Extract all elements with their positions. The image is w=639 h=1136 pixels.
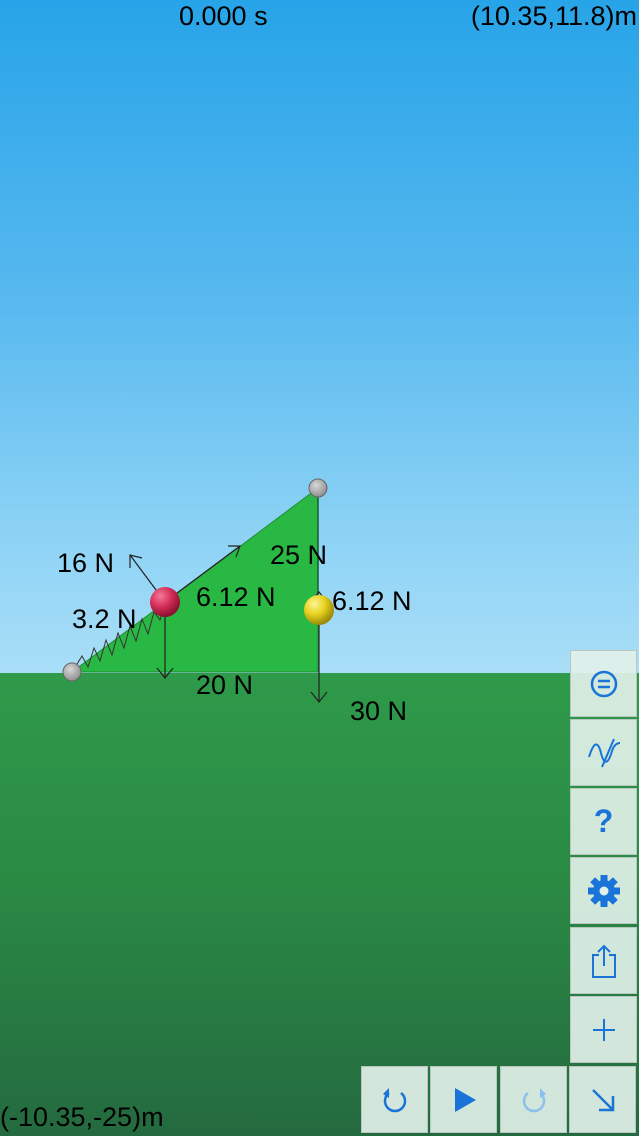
spring-anchor[interactable] [62,662,82,682]
settings-button[interactable] [570,857,637,924]
reset-icon [382,1087,406,1112]
red-ball[interactable] [150,587,180,617]
play-button[interactable] [430,1066,497,1133]
gravity-force-label-red: 20 N [196,670,254,700]
spring-force-label: 3.2 N [72,604,137,634]
share-button[interactable] [570,927,637,994]
play-icon [454,1087,476,1112]
add-object-button[interactable] [570,996,637,1063]
tension-force-label-red: 6.12 N [196,582,276,612]
graph-button[interactable] [570,719,637,786]
gravity-force-label-yellow: 30 N [350,696,408,726]
reset-button[interactable] [361,1066,428,1133]
tension-force-label-yellow: 6.12 N [332,586,412,616]
menu-icon [590,670,617,697]
arrow-tool-icon [591,1088,614,1111]
yellow-ball[interactable] [304,595,334,625]
normal-force-label: 16 N [57,548,115,578]
redo-icon [522,1087,546,1112]
share-icon [591,944,616,978]
help-button[interactable]: ? [570,788,637,855]
arrow-tool-button[interactable] [569,1066,636,1133]
redo-button[interactable] [500,1066,567,1133]
add-icon [592,1018,615,1041]
help-icon: ? [593,803,614,839]
incline-force-label: 25 N [270,540,328,570]
graph-icon [587,738,620,767]
pulley[interactable] [308,478,328,498]
menu-button[interactable] [570,650,637,717]
settings-gear-icon [587,874,620,907]
